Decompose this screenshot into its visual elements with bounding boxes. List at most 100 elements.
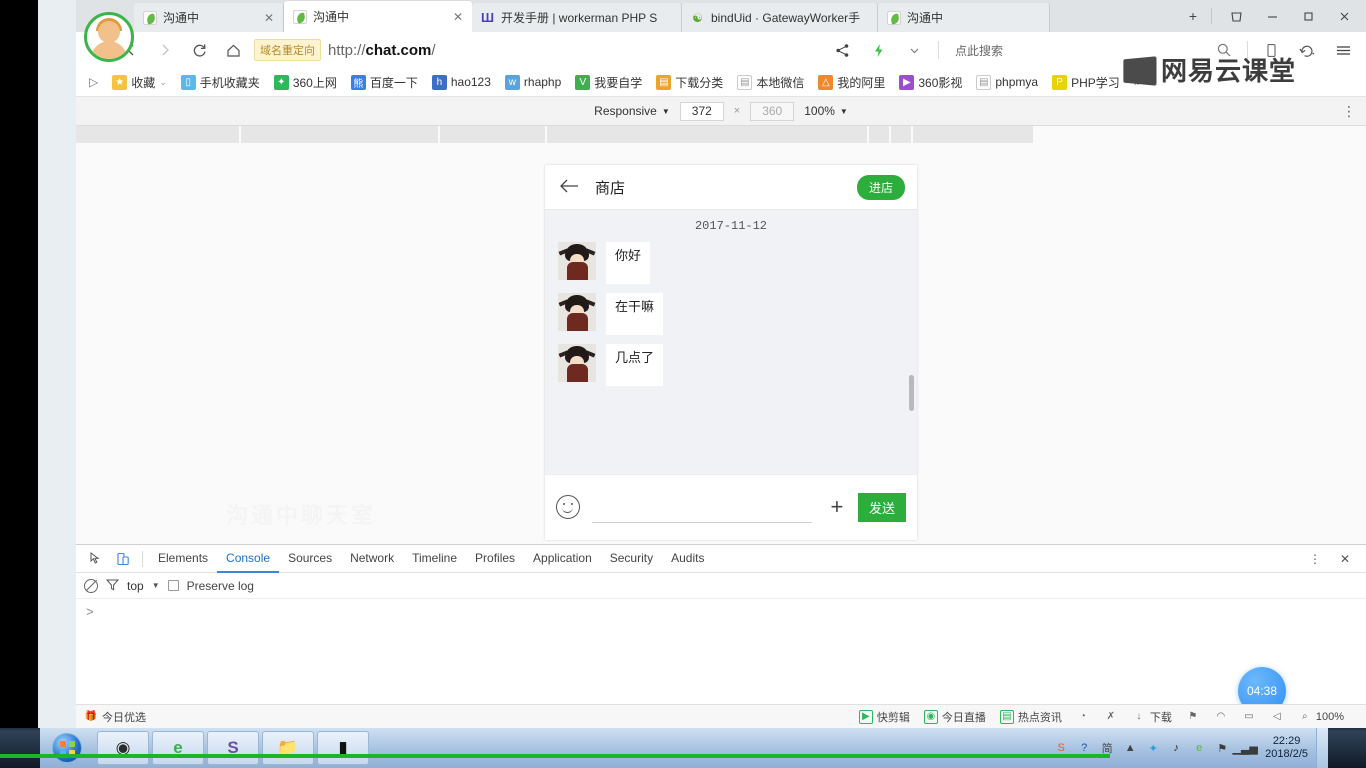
tray-signal-icon[interactable]: ▁▃▅ <box>1232 740 1257 756</box>
user-avatar[interactable] <box>558 344 596 382</box>
status-today-picks[interactable]: 🎁 今日优选 <box>84 709 146 725</box>
home-button[interactable] <box>216 35 250 65</box>
status-window[interactable]: ▭ <box>1242 710 1256 724</box>
devtools-tab-network[interactable]: Network <box>341 545 403 573</box>
devtools-close-icon[interactable]: ✕ <box>1332 547 1358 571</box>
enter-shop-button[interactable]: 进店 <box>856 175 905 200</box>
status-mouse[interactable]: ◠ <box>1214 710 1228 724</box>
device-select[interactable]: Responsive ▼ <box>594 104 670 118</box>
devtools-tab-sources[interactable]: Sources <box>279 545 341 573</box>
close-button[interactable] <box>1326 0 1362 32</box>
status-speed[interactable]: ◔ <box>1076 710 1090 724</box>
browser-tab[interactable]: 沟通中 <box>878 3 1050 32</box>
device-width-input[interactable]: 372 <box>679 101 724 121</box>
bookmark-item[interactable]: ▶ 360影视 <box>892 71 969 93</box>
device-height-input[interactable]: 360 <box>750 101 795 121</box>
new-tab-button[interactable]: + <box>1175 0 1211 32</box>
bookmark-item[interactable]: ▤ phpmya <box>969 71 1045 93</box>
bookmark-item[interactable]: P PHP学习 <box>1045 71 1127 93</box>
chat-scrollbar[interactable] <box>909 375 914 411</box>
preserve-log-checkbox[interactable] <box>167 580 179 591</box>
devtools-tab-security[interactable]: Security <box>601 545 662 573</box>
bookmarks-overflow-left[interactable]: ▷ <box>82 71 105 93</box>
bookmark-item[interactable]: ▤ 本地微信 <box>730 71 811 93</box>
show-desktop-button[interactable] <box>1316 728 1328 768</box>
bookmark-item[interactable]: w rhaphp <box>498 71 568 93</box>
taskbar-explorer[interactable]: 📁 <box>262 731 314 765</box>
bookmark-item[interactable]: ▯ 手机收藏夹 <box>174 71 267 93</box>
browser-tab[interactable]: 沟通中 ✕ <box>134 3 284 32</box>
browser-tab[interactable]: Ш 开发手册 | workerman PHP S <box>472 3 682 32</box>
tray-shield-icon[interactable]: e <box>1191 740 1207 756</box>
share-icon[interactable] <box>826 35 860 65</box>
chat-message-list[interactable]: 2017-11-12 你好 在干嘛 几点了 <box>545 210 917 474</box>
devtools-tab-console[interactable]: Console <box>217 545 280 573</box>
lightning-icon[interactable] <box>862 35 896 65</box>
status-block-ad[interactable]: ✗ <box>1104 710 1118 724</box>
device-toolbar-icon[interactable] <box>110 547 136 571</box>
bookmarks-overflow-right[interactable]: » <box>1127 71 1148 93</box>
status-zoom[interactable]: ⌕ 100% <box>1298 710 1344 724</box>
status-live[interactable]: ◉ 今日直播 <box>923 709 986 725</box>
mobile-icon[interactable] <box>1254 35 1288 65</box>
taskbar-obs[interactable]: ◉ <box>97 731 149 765</box>
browser-tab[interactable]: ☯ bindUid · GatewayWorker手 <box>682 3 878 32</box>
status-flag[interactable]: ⚑ <box>1186 710 1200 724</box>
history-icon[interactable] <box>1290 35 1324 65</box>
status-sound[interactable]: ◁ <box>1270 710 1284 724</box>
inspect-element-icon[interactable] <box>84 547 110 571</box>
chat-message-input[interactable] <box>592 497 812 523</box>
status-news[interactable]: ▤ 热点资讯 <box>999 709 1062 725</box>
bookmark-item[interactable]: △ 我的阿里 <box>811 71 892 93</box>
browser-tab[interactable]: 沟通中 ✕ <box>284 1 472 32</box>
forward-button[interactable] <box>148 35 182 65</box>
bookmark-item[interactable]: 熊百度一下 <box>344 71 425 93</box>
devtools-settings-kebab[interactable]: ⋮ <box>1302 547 1328 571</box>
devtools-tab-elements[interactable]: Elements <box>149 545 217 573</box>
address-bar[interactable]: 域名重定向 http://chat.com/ <box>254 36 820 64</box>
back-arrow-icon[interactable] <box>559 177 585 198</box>
bookmark-item[interactable]: V 我要自学 <box>568 71 649 93</box>
taskbar-cmd[interactable]: ▮ <box>317 731 369 765</box>
taskbar-browser[interactable]: e <box>152 731 204 765</box>
tray-360-icon[interactable]: ✦ <box>1145 740 1161 756</box>
avatar[interactable] <box>84 12 134 62</box>
send-button[interactable]: 发送 <box>857 492 906 522</box>
bookmark-item[interactable]: ▤ 下载分类 <box>649 71 730 93</box>
devtools-tab-timeline[interactable]: Timeline <box>403 545 466 573</box>
user-avatar[interactable] <box>558 242 596 280</box>
console-context-select[interactable]: top <box>127 579 144 593</box>
smiley-icon[interactable] <box>556 495 580 519</box>
start-button[interactable] <box>40 729 94 767</box>
hamburger-menu-icon[interactable] <box>1326 35 1360 65</box>
device-toolbar-kebab[interactable]: ⋮ <box>1342 104 1356 118</box>
minimize-button[interactable] <box>1254 0 1290 32</box>
tab-close-icon[interactable]: ✕ <box>452 10 464 24</box>
taskbar-phpstorm[interactable]: S <box>207 731 259 765</box>
status-download-arrow[interactable]: ↓ 下载 <box>1132 709 1172 725</box>
devtools-tab-audits[interactable]: Audits <box>662 545 713 573</box>
tray-network-icon[interactable]: ⚑ <box>1214 740 1230 756</box>
chevron-down-icon[interactable]: ▼ <box>152 581 160 590</box>
chevron-down-icon[interactable]: ⌄ <box>159 77 167 88</box>
status-clip[interactable]: ▶ 快剪辑 <box>858 709 910 725</box>
filter-icon[interactable] <box>105 578 120 594</box>
search-icon[interactable] <box>1207 35 1241 65</box>
chevron-down-icon[interactable] <box>898 35 932 65</box>
tray-volume-icon[interactable]: ♪ <box>1168 740 1184 756</box>
clear-console-icon[interactable] <box>84 578 98 593</box>
bookmark-item[interactable]: ✦ 360上网 <box>267 71 344 93</box>
user-avatar[interactable] <box>558 293 596 331</box>
search-input[interactable]: 点此搜索 <box>945 42 1013 59</box>
taskbar-clock[interactable]: 22:29 2018/2/5 <box>1265 735 1308 761</box>
maximize-button[interactable] <box>1290 0 1326 32</box>
tray-expand-icon[interactable]: ▲ <box>1122 740 1138 756</box>
bookmark-item[interactable]: h hao123 <box>425 71 498 93</box>
attach-plus-button[interactable]: + <box>824 494 850 520</box>
devtools-tab-profiles[interactable]: Profiles <box>466 545 524 573</box>
devtools-tab-application[interactable]: Application <box>524 545 601 573</box>
skin-button[interactable] <box>1218 0 1254 32</box>
reload-button[interactable] <box>182 35 216 65</box>
tab-close-icon[interactable]: ✕ <box>263 11 275 25</box>
bookmark-item[interactable]: ★ 收藏 ⌄ <box>105 71 174 93</box>
